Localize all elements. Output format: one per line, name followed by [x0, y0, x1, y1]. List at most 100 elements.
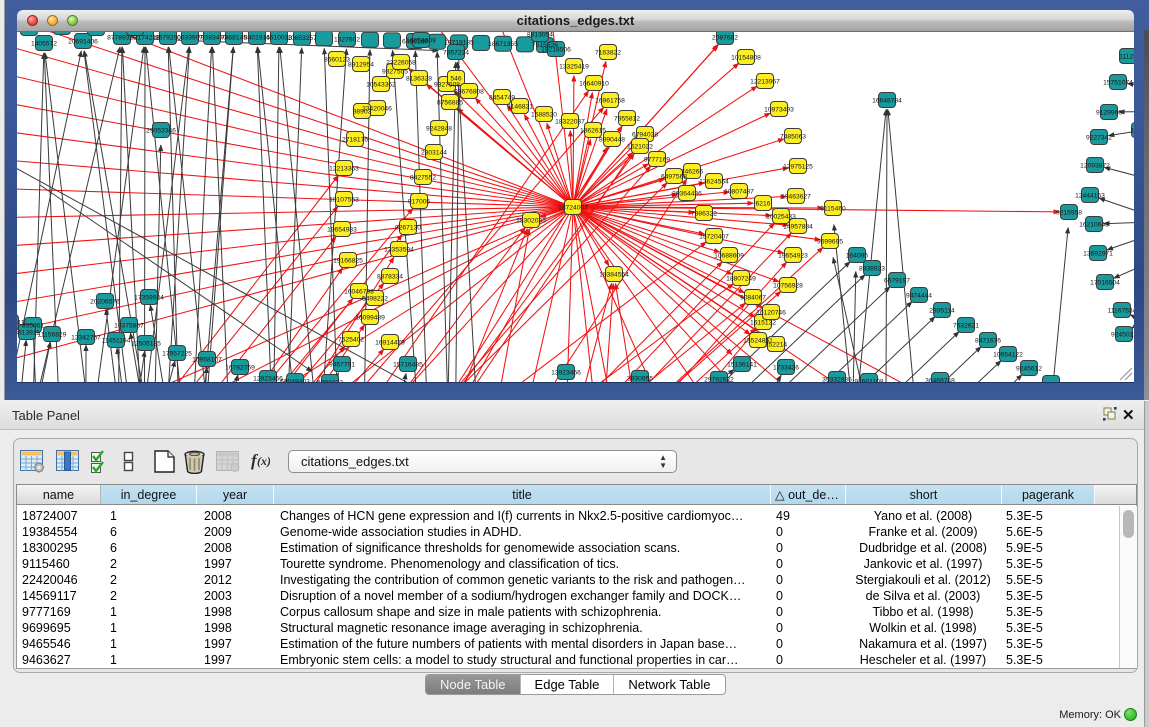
svg-text:14957884: 14957884 [783, 223, 813, 230]
svg-text:29053346: 29053346 [146, 127, 176, 134]
svg-text:15720407: 15720407 [699, 233, 729, 240]
svg-text:19384554: 19384554 [599, 271, 629, 278]
svg-text:40954611: 40954611 [17, 319, 25, 326]
svg-text:9327508: 9327508 [434, 81, 460, 88]
svg-text:11167534: 11167534 [1108, 307, 1134, 314]
svg-text:7163822: 7163822 [595, 49, 621, 56]
svg-text:6991023: 6991023 [317, 379, 343, 382]
svg-text:13692971: 13692971 [1083, 250, 1113, 257]
svg-text:16914479: 16914479 [375, 339, 405, 346]
svg-text:9474444: 9474444 [906, 292, 932, 299]
svg-text:10973493: 10973493 [764, 106, 794, 113]
svg-text:10025433: 10025433 [766, 213, 796, 220]
svg-text:9245612: 9245612 [1016, 365, 1042, 372]
svg-text:10543362: 10543362 [366, 81, 396, 88]
svg-text:10375867: 10375867 [114, 322, 144, 329]
svg-text:1615132: 1615132 [750, 319, 776, 326]
svg-text:9146821: 9146821 [507, 103, 533, 110]
svg-text:12342757: 12342757 [71, 334, 101, 341]
svg-text:2803144: 2803144 [421, 149, 447, 156]
svg-text:19218506: 19218506 [541, 46, 571, 53]
svg-text:10958107: 10958107 [192, 356, 222, 363]
svg-text:10688609: 10688609 [714, 252, 744, 259]
svg-text:10756928: 10756928 [773, 282, 803, 289]
svg-text:8938923: 8938923 [859, 265, 885, 272]
svg-text:8878334: 8878334 [377, 273, 403, 280]
svg-text:11451194: 11451194 [102, 337, 131, 344]
svg-text:9699695: 9699695 [817, 238, 843, 245]
svg-text:9227342: 9227342 [1086, 134, 1112, 141]
svg-text:2087682: 2087682 [712, 34, 738, 41]
svg-text:(x): (x) [257, 454, 270, 468]
svg-text:12823466: 12823466 [253, 375, 283, 382]
svg-text:17359924: 17359924 [134, 294, 164, 301]
svg-text:13325419: 13325419 [559, 63, 589, 70]
svg-text:7625402: 7625402 [338, 336, 364, 343]
svg-text:164095: 164095 [846, 252, 869, 259]
svg-text:5498222: 5498222 [362, 295, 388, 302]
svg-text:15716485: 15716485 [393, 361, 423, 368]
svg-text:11156829: 11156829 [38, 331, 67, 338]
svg-text:16210643: 16210643 [1079, 221, 1109, 228]
svg-text:8990448: 8990448 [599, 136, 625, 143]
svg-text:18724007: 18724007 [558, 204, 588, 211]
svg-text:91601108: 91601108 [854, 378, 884, 382]
svg-text:10154808: 10154808 [731, 54, 761, 61]
svg-text:17016504: 17016504 [1090, 279, 1120, 286]
svg-text:23676808: 23676808 [454, 88, 484, 95]
svg-text:18807249: 18807249 [726, 275, 756, 282]
svg-text:7986322: 7986322 [691, 210, 717, 217]
svg-text:12213363: 12213363 [329, 165, 359, 172]
svg-text:9457791: 9457791 [329, 361, 355, 368]
svg-text:16961758: 16961758 [595, 97, 625, 104]
svg-text:36469748: 36469748 [925, 377, 955, 382]
svg-text:12213967: 12213967 [750, 78, 780, 85]
svg-text:16120746: 16120746 [756, 309, 786, 316]
svg-text:29792622: 29792622 [704, 376, 734, 382]
svg-text:12975125: 12975125 [783, 163, 813, 170]
svg-text:9084067: 9084067 [740, 294, 766, 301]
svg-text:39332836: 39332836 [822, 376, 852, 382]
svg-text:8427552: 8427552 [410, 174, 436, 181]
svg-text:12093872: 12093872 [1080, 162, 1110, 169]
svg-text:1362615: 1362615 [580, 127, 606, 134]
svg-text:6794028: 6794028 [632, 131, 658, 138]
svg-text:13325: 13325 [1131, 127, 1134, 134]
svg-text:9245012: 9245012 [1111, 331, 1134, 338]
svg-text:10107553: 10107553 [329, 196, 359, 203]
svg-text:19166825: 19166825 [333, 257, 363, 264]
svg-text:7632621: 7632621 [953, 322, 979, 329]
svg-text:63049403: 63049403 [280, 378, 310, 382]
svg-text:13923466: 13923466 [551, 369, 581, 376]
svg-text:19654933: 19654933 [327, 226, 357, 233]
svg-text:16782759: 16782759 [225, 364, 255, 371]
svg-text:20364436: 20364436 [672, 190, 702, 197]
svg-text:10719185: 10719185 [444, 40, 474, 47]
svg-text:9327505: 9327505 [382, 68, 408, 75]
svg-text:8454749: 8454749 [489, 94, 515, 101]
svg-text:8756885: 8756885 [437, 99, 463, 106]
svg-text:9777169: 9777169 [644, 156, 670, 163]
svg-text:10654122: 10654122 [993, 351, 1023, 358]
svg-text:8471676: 8471676 [975, 337, 1001, 344]
svg-text:8813054: 8813054 [527, 32, 553, 38]
svg-text:3913911: 3913911 [17, 329, 40, 336]
svg-text:18322037: 18322037 [555, 118, 585, 125]
svg-text:12444153: 12444153 [1075, 192, 1105, 199]
svg-text:98903: 98903 [353, 108, 372, 115]
svg-text:8912954: 8912954 [348, 61, 374, 68]
svg-text:9115460: 9115460 [820, 205, 846, 212]
svg-text:1588520: 1588520 [531, 111, 557, 118]
svg-text:12505185: 12505185 [131, 340, 161, 347]
svg-text:15136141: 15136141 [727, 361, 757, 368]
svg-text:2718176: 2718176 [342, 136, 368, 143]
svg-text:16046798: 16046798 [344, 288, 374, 295]
svg-text:252214: 252214 [765, 341, 788, 348]
svg-text:25302035: 25302035 [516, 217, 546, 224]
svg-text:20691406: 20691406 [68, 38, 98, 45]
svg-text:7357224: 7357224 [443, 49, 469, 56]
svg-text:6216: 6216 [756, 200, 771, 207]
svg-text:746266: 746266 [681, 168, 704, 175]
svg-text:13624554: 13624554 [699, 178, 729, 185]
svg-text:15751074: 15751074 [1103, 79, 1133, 86]
